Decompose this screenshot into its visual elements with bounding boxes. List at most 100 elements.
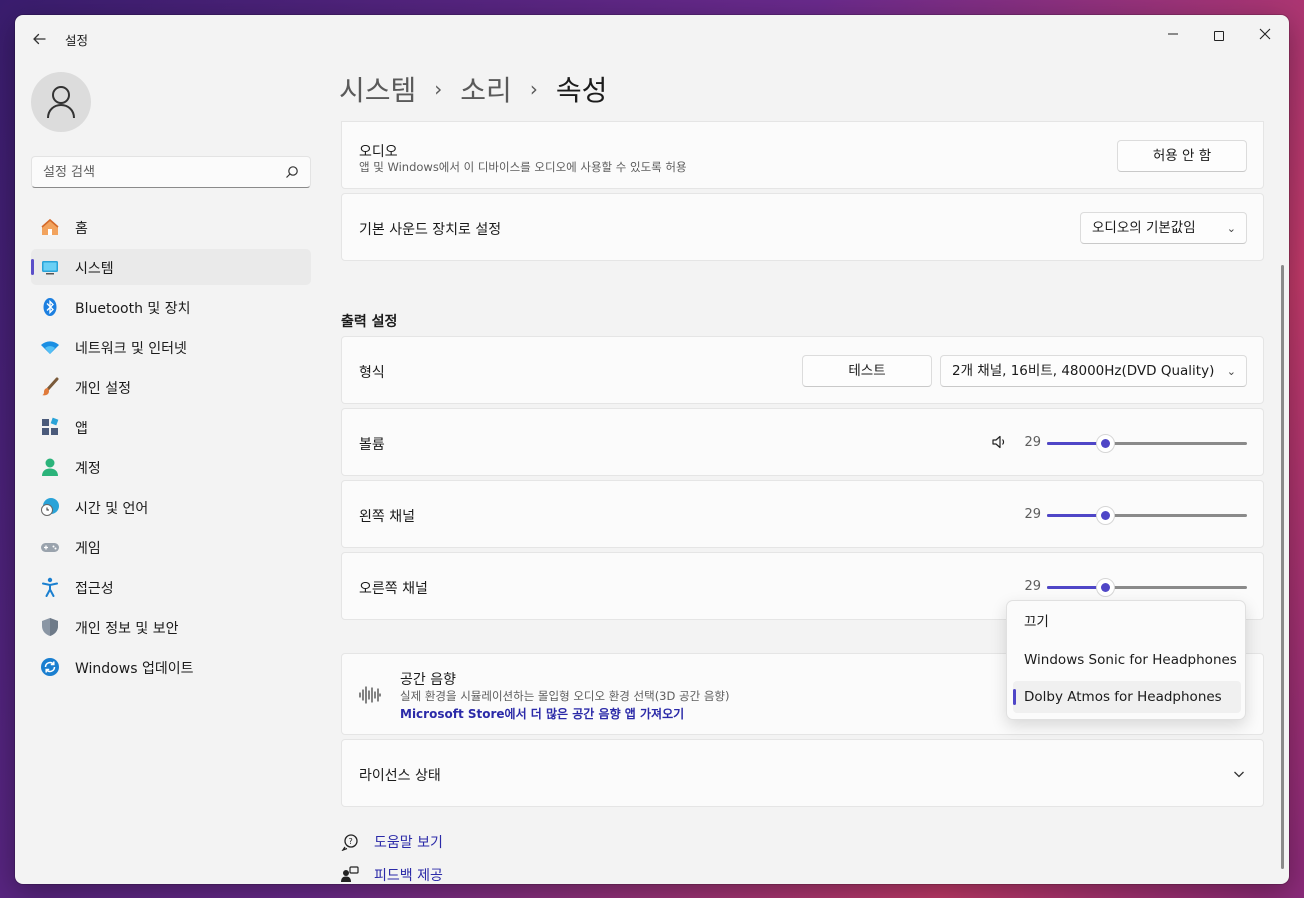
sidebar-item-label: 홈 bbox=[75, 221, 88, 237]
spatial-description: 실제 환경을 시뮬레이션하는 몰입형 오디오 환경 선택(3D 공간 음향) bbox=[400, 689, 730, 703]
minimize-button[interactable] bbox=[1157, 21, 1189, 49]
left-channel-label: 왼쪽 채널 bbox=[359, 509, 415, 525]
feedback-link[interactable]: 피드백 제공 bbox=[341, 865, 443, 884]
left-channel-slider-row: 29 bbox=[1024, 505, 1247, 525]
spatial-sound-menu: 끄기 Windows Sonic for Headphones Dolby At… bbox=[1006, 600, 1246, 720]
sidebar-item-label: 시간 및 언어 bbox=[75, 501, 149, 517]
spatial-option-off[interactable]: 끄기 bbox=[1013, 606, 1241, 638]
page-title: 속성 bbox=[555, 74, 608, 107]
sidebar-item-time-language[interactable]: 시간 및 언어 bbox=[31, 489, 311, 525]
audio-description: 앱 및 Windows에서 이 디바이스를 오디오에 사용할 수 있도록 허용 bbox=[359, 160, 687, 174]
audio-card: 오디오 앱 및 Windows에서 이 디바이스를 오디오에 사용할 수 있도록… bbox=[341, 121, 1264, 189]
close-icon bbox=[1259, 28, 1271, 40]
clock-globe-icon bbox=[40, 497, 60, 517]
sidebar-item-label: 네트워크 및 인터넷 bbox=[75, 341, 187, 357]
format-value: 2개 채널, 16비트, 48000Hz(DVD Quality) bbox=[952, 363, 1215, 379]
update-icon bbox=[40, 657, 60, 677]
default-device-label: 기본 사운드 장치로 설정 bbox=[359, 222, 502, 238]
feedback-label: 피드백 제공 bbox=[374, 868, 443, 884]
brush-icon bbox=[40, 377, 60, 397]
sidebar-item-privacy[interactable]: 개인 정보 및 보안 bbox=[31, 609, 311, 645]
volume-slider[interactable] bbox=[1047, 434, 1247, 453]
breadcrumb-sound[interactable]: 소리 bbox=[460, 69, 512, 109]
sidebar-item-accounts[interactable]: 계정 bbox=[31, 449, 311, 485]
format-card: 형식 테스트 2개 채널, 16비트, 48000Hz(DVD Quality)… bbox=[341, 336, 1264, 404]
sidebar-item-home[interactable]: 홈 bbox=[31, 209, 311, 245]
gamepad-icon bbox=[40, 537, 60, 557]
sidebar-item-network[interactable]: 네트워크 및 인터넷 bbox=[31, 329, 311, 365]
help-icon: ? bbox=[341, 834, 358, 851]
volume-value: 29 bbox=[1024, 435, 1041, 450]
license-card[interactable]: 라이선스 상태 bbox=[341, 739, 1264, 807]
volume-card: 볼륨 29 bbox=[341, 408, 1264, 476]
right-channel-slider-row: 29 bbox=[1024, 577, 1247, 597]
shield-icon bbox=[40, 617, 60, 637]
volume-label: 볼륨 bbox=[359, 437, 385, 453]
right-channel-label: 오른쪽 채널 bbox=[359, 581, 428, 597]
user-avatar[interactable] bbox=[31, 72, 91, 132]
sidebar-item-apps[interactable]: 앱 bbox=[31, 409, 311, 445]
default-device-card: 기본 사운드 장치로 설정 오디오의 기본값임 ⌄ bbox=[341, 193, 1264, 261]
audio-title: 오디오 bbox=[359, 144, 398, 160]
right-channel-slider[interactable] bbox=[1047, 578, 1247, 597]
sidebar-item-label: 개인 설정 bbox=[75, 381, 131, 397]
breadcrumb-system[interactable]: 시스템 bbox=[339, 69, 416, 109]
back-button[interactable] bbox=[27, 27, 51, 51]
sidebar-item-label: 시스템 bbox=[75, 261, 114, 277]
person-icon bbox=[47, 86, 75, 119]
breadcrumb-separator: › bbox=[434, 77, 443, 101]
search-box bbox=[31, 156, 311, 188]
sidebar-item-label: 계정 bbox=[75, 461, 101, 477]
maximize-icon bbox=[1214, 30, 1224, 41]
left-channel-slider[interactable] bbox=[1047, 506, 1247, 525]
store-link[interactable]: Microsoft Store에서 더 많은 공간 음향 앱 가져오기 bbox=[400, 705, 684, 722]
chevron-down-icon[interactable] bbox=[1233, 768, 1245, 780]
left-channel-card: 왼쪽 채널 29 bbox=[341, 480, 1264, 548]
format-dropdown[interactable]: 2개 채널, 16비트, 48000Hz(DVD Quality) ⌄ bbox=[940, 355, 1247, 387]
right-channel-value: 29 bbox=[1024, 579, 1041, 594]
default-device-dropdown[interactable]: 오디오의 기본값임 ⌄ bbox=[1080, 212, 1247, 244]
sidebar-item-label: Bluetooth 및 장치 bbox=[75, 301, 191, 317]
settings-window: 설정 홈 시스템 Bluetooth 및 장치 네트워크 및 인터넷 bbox=[15, 15, 1289, 884]
output-section-title: 출력 설정 bbox=[341, 314, 398, 330]
spatial-option-dolby-atmos[interactable]: Dolby Atmos for Headphones bbox=[1013, 681, 1241, 713]
sidebar-item-system[interactable]: 시스템 bbox=[31, 249, 311, 285]
title-bar: 설정 bbox=[15, 15, 1289, 61]
test-button[interactable]: 테스트 bbox=[802, 355, 932, 387]
maximize-button[interactable] bbox=[1203, 21, 1235, 49]
speaker-icon[interactable] bbox=[991, 434, 1007, 450]
help-label: 도움말 보기 bbox=[374, 835, 443, 851]
search-input[interactable] bbox=[32, 157, 272, 187]
sidebar-item-label: 개인 정보 및 보안 bbox=[75, 621, 179, 637]
default-device-value: 오디오의 기본값임 bbox=[1092, 220, 1196, 236]
bluetooth-icon bbox=[40, 297, 60, 317]
chevron-down-icon: ⌄ bbox=[1226, 365, 1236, 378]
license-label: 라이선스 상태 bbox=[359, 768, 441, 784]
sidebar-item-windows-update[interactable]: Windows 업데이트 bbox=[31, 649, 311, 685]
disallow-button[interactable]: 허용 안 함 bbox=[1117, 140, 1247, 172]
sidebar-item-gaming[interactable]: 게임 bbox=[31, 529, 311, 565]
sidebar-nav: 홈 시스템 Bluetooth 및 장치 네트워크 및 인터넷 개인 설정 앱 … bbox=[31, 209, 311, 689]
right-channel-slider-thumb[interactable] bbox=[1096, 578, 1115, 597]
sidebar-item-accessibility[interactable]: 접근성 bbox=[31, 569, 311, 605]
close-button[interactable] bbox=[1249, 21, 1281, 49]
volume-slider-thumb[interactable] bbox=[1096, 434, 1115, 453]
help-link[interactable]: ? 도움말 보기 bbox=[341, 832, 443, 852]
scrollbar[interactable] bbox=[1281, 265, 1284, 869]
back-arrow-icon bbox=[33, 33, 46, 45]
sidebar-item-personalization[interactable]: 개인 설정 bbox=[31, 369, 311, 405]
minimize-icon bbox=[1168, 33, 1178, 35]
spatial-option-windows-sonic[interactable]: Windows Sonic for Headphones bbox=[1013, 644, 1241, 676]
spatial-title: 공간 음향 bbox=[400, 672, 456, 688]
volume-slider-row: 29 bbox=[1024, 433, 1247, 453]
sidebar-item-label: 앱 bbox=[75, 421, 88, 437]
app-title: 설정 bbox=[65, 33, 89, 48]
sidebar-item-bluetooth[interactable]: Bluetooth 및 장치 bbox=[31, 289, 311, 325]
sidebar-item-label: 접근성 bbox=[75, 581, 114, 597]
apps-icon bbox=[40, 417, 60, 437]
sidebar-item-label: 게임 bbox=[75, 541, 101, 557]
left-channel-slider-thumb[interactable] bbox=[1096, 506, 1115, 525]
wifi-icon bbox=[40, 337, 60, 357]
search-icon[interactable] bbox=[285, 165, 299, 179]
breadcrumb: 시스템 › 소리 › 속성 bbox=[339, 69, 607, 109]
